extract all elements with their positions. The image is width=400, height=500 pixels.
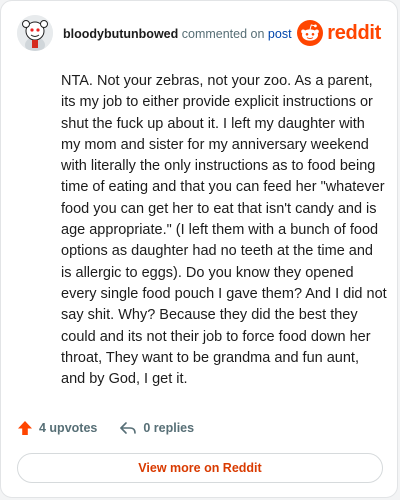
reddit-logo[interactable]: reddit — [297, 17, 381, 49]
reply-count: 0 replies — [143, 421, 195, 435]
reddit-wordmark: reddit — [327, 21, 381, 44]
reply-button[interactable]: 0 replies — [119, 420, 194, 436]
user-avatar[interactable] — [17, 15, 53, 51]
post-link[interactable]: post — [268, 27, 292, 41]
view-more-on-reddit-button[interactable]: View more on Reddit — [17, 453, 383, 483]
upvote-arrow-icon — [18, 421, 32, 435]
upvote-button[interactable]: 4 upvotes — [17, 420, 97, 436]
comment-header: bloodybutunbowed commented on post reddi… — [17, 15, 381, 55]
reply-arrow-icon — [120, 422, 137, 434]
action-text: commented on — [181, 27, 265, 41]
comment-body: NTA. Not your zebras, not your zoo. As a… — [61, 73, 387, 388]
upvote-count: 4 upvotes — [39, 421, 98, 435]
reddit-snoo-icon — [297, 20, 324, 46]
reddit-comment-embed: bloodybutunbowed commented on post reddi… — [0, 0, 398, 498]
comment-meta: bloodybutunbowed commented on post — [63, 27, 292, 41]
comment-actions: 4 upvotes 0 replies — [17, 417, 194, 439]
username-link[interactable]: bloodybutunbowed — [63, 27, 178, 41]
snoo-avatar-icon — [17, 15, 53, 51]
